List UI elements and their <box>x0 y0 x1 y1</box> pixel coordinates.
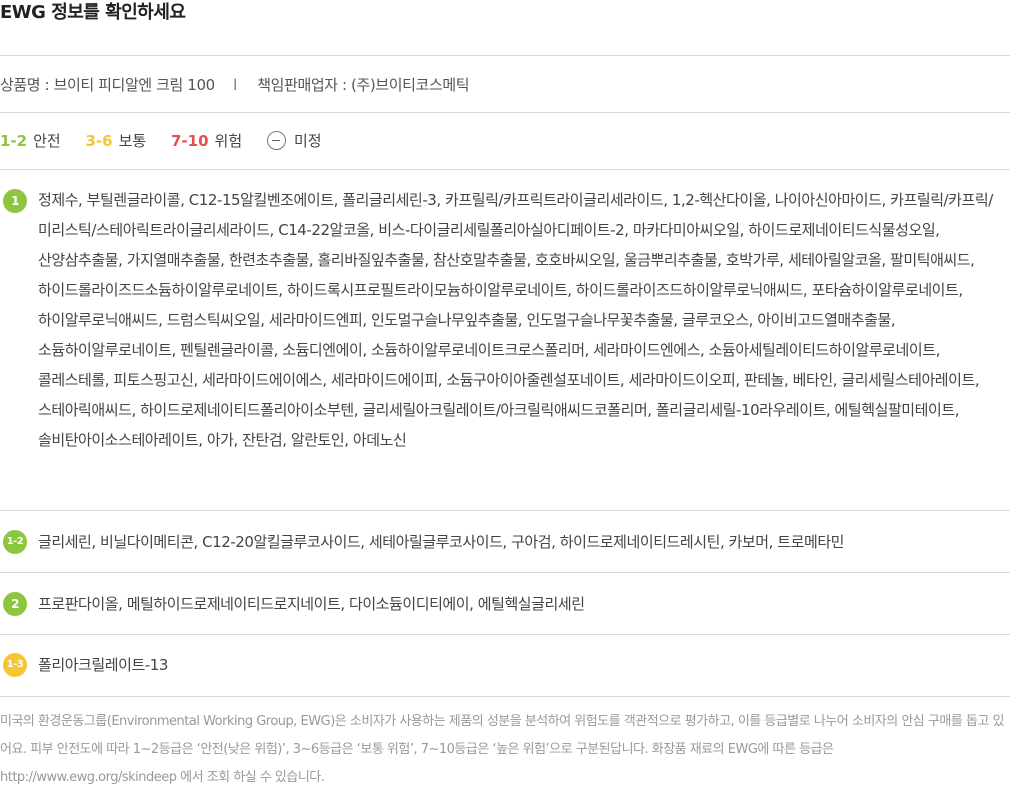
divider <box>0 696 1010 697</box>
legend-safe-range: 1-2 <box>0 132 28 150</box>
product-name: 상품명 : 브이티 피디알엔 크림 100 <box>0 76 215 94</box>
legend-undefined: 미정 <box>266 129 322 153</box>
ingredient-list: 폴리아크릴레이트-13 <box>38 656 168 674</box>
legend-normal-label: 보통 <box>118 132 147 150</box>
legend-safe-label: 안전 <box>33 132 61 150</box>
divider <box>0 55 1010 56</box>
grade-badge: 1-3 <box>3 653 27 677</box>
ingredient-list: 프로판다이올, 메틸하이드로제네이티드로지네이트, 다이소듐이디티에이, 에틸헥… <box>38 595 585 613</box>
legend-normal: 3-6 보통 <box>86 129 147 153</box>
divider <box>0 112 1010 113</box>
legend-undefined-label: 미정 <box>293 132 322 150</box>
grade-badge: 1 <box>3 189 27 213</box>
legend-normal-range: 3-6 <box>85 132 113 150</box>
divider <box>0 634 1010 635</box>
legend-safe: 1-2 안전 <box>0 129 61 153</box>
grade-badge: 1-2 <box>3 530 27 554</box>
legend-danger-label: 위험 <box>214 132 243 150</box>
product-separator: l <box>233 76 237 94</box>
divider <box>0 572 1010 573</box>
ewg-description: 미국의 환경운동그룹(Environmental Working Group, … <box>0 714 1004 785</box>
grade-badge: 2 <box>3 592 27 616</box>
ingredient-list: 글리세린, 비닐다이메티콘, C12-20알킬글루코사이드, 세테아릴글루코사이… <box>38 533 845 551</box>
legend-danger-range: 7-10 <box>171 132 209 150</box>
grade-legend: 1-2 안전 3-6 보통 7-10 위험 미정 <box>0 129 342 153</box>
legend-danger: 7-10 위험 <box>171 129 242 153</box>
minus-circle-icon <box>266 131 286 150</box>
page-title: EWG 정보를 확인하세요 <box>0 2 186 23</box>
divider <box>0 169 1010 170</box>
seller-name: 책임판매업자 : (주)브이티코스메틱 <box>257 76 470 94</box>
product-info: 상품명 : 브이티 피디알엔 크림 100 l 책임판매업자 : (주)브이티코… <box>0 73 470 97</box>
ingredient-list: 정제수, 부틸렌글라이콜, C12-15알킬벤조에이트, 폴리글리세린-3, 카… <box>38 191 993 449</box>
divider <box>0 510 1010 511</box>
